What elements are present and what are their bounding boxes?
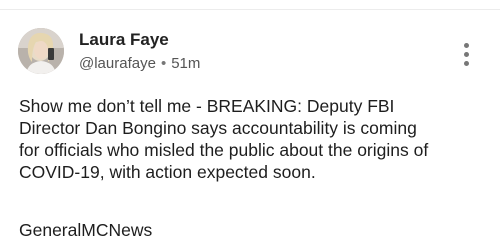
- author-name[interactable]: Laura Faye: [79, 30, 169, 50]
- vertical-ellipsis-icon: [464, 43, 469, 48]
- post-timestamp[interactable]: 51m: [171, 55, 200, 72]
- more-options-button[interactable]: [458, 40, 476, 68]
- post-body: Show me don’t tell me - BREAKING: Deputy…: [19, 96, 429, 182]
- post-source: GeneralMCNews: [19, 220, 153, 240]
- author-handle[interactable]: @laurafaye: [79, 55, 156, 72]
- profile-photo-icon: [18, 28, 64, 74]
- avatar[interactable]: [18, 28, 64, 74]
- post-card: Laura Faye @laurafaye • 51m Show me don’t …: [0, 10, 500, 252]
- post-meta: @laurafaye • 51m: [79, 55, 200, 72]
- meta-separator: •: [160, 55, 167, 72]
